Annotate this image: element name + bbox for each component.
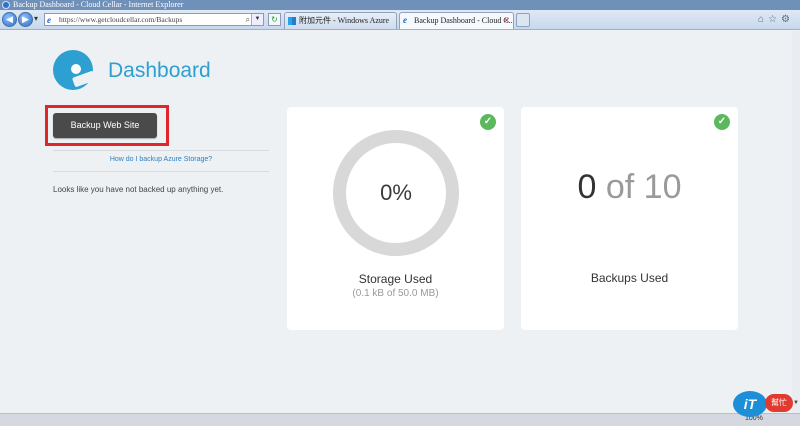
toolbar-icons: ⌂☆⚙ [758,13,794,26]
backup-web-site-button[interactable]: Backup Web Site [53,113,157,138]
storage-used-title: Storage Used [358,272,433,286]
new-tab-button[interactable] [516,13,530,27]
status-bar [0,413,800,426]
backups-total: of 10 [605,168,682,206]
backups-count: 0 of 10 [521,167,738,207]
address-url[interactable]: https://www.getcloudcellar.com/Backups [59,14,182,25]
window-titlebar: Backup Dashboard - Cloud Cellar - Intern… [0,0,800,10]
search-icon[interactable]: ⌕ [246,14,250,25]
storage-percent: 0% [380,180,412,205]
tab-label: 附加元件 - Windows Azure [299,16,390,25]
storage-used-subtitle: (0.1 kB of 50.0 MB) [352,288,439,299]
refresh-icon[interactable]: ↻ [268,13,281,26]
ie-tab-icon: e [403,15,407,25]
vertical-scrollbar[interactable] [792,31,800,413]
backups-used-number: 0 [577,168,597,206]
divider [53,171,269,172]
empty-backups-message: Looks like you have not backed up anythi… [53,185,224,194]
divider [53,150,269,151]
tab-azure[interactable]: 附加元件 - Windows Azure [284,12,397,29]
checkmark-icon: ✓ [714,114,730,130]
backups-used-title: Backups Used [590,271,669,285]
address-dropdown-icon[interactable]: ▼ [251,14,263,25]
address-bar[interactable]: e https://www.getcloudcellar.com/Backups… [44,13,264,26]
logo-eye [71,64,81,74]
backups-used-card: ✓ 0 of 10 Backups Used [521,107,738,330]
history-dropdown-icon[interactable]: ▾ [34,14,38,23]
page-title: Dashboard [108,59,211,82]
tools-gear-icon[interactable]: ⚙ [781,14,794,25]
site-ie-icon: e [47,15,51,25]
storage-used-card: ✓ 0% Storage Used (0.1 kB of 50.0 MB) [287,107,504,330]
checkmark-icon: ✓ [480,114,496,130]
ie-icon [2,1,10,9]
windows-azure-icon [288,17,296,25]
ithome-watermark-logo: iT 幫忙 [733,389,795,419]
back-arrow-icon[interactable]: ◀ [2,12,17,27]
tab-label: Backup Dashboard - Cloud C... [414,16,514,25]
close-tab-icon[interactable]: ✕ [503,13,510,29]
favorites-star-icon[interactable]: ☆ [768,14,781,25]
window-title: Backup Dashboard - Cloud Cellar - Intern… [13,0,184,9]
home-icon[interactable]: ⌂ [758,14,768,25]
cloud-cellar-logo-icon [53,50,97,90]
watermark-bubble: iT [733,391,767,417]
watermark-badge: 幫忙 [765,394,793,412]
help-link-azure-storage[interactable]: How do I backup Azure Storage? [53,155,269,165]
tab-backup-dashboard[interactable]: e Backup Dashboard - Cloud C... ✕ [399,12,514,29]
browser-navbar: ◀ ▶ ▾ e https://www.getcloudcellar.com/B… [0,10,800,30]
forward-arrow-icon[interactable]: ▶ [18,12,33,27]
